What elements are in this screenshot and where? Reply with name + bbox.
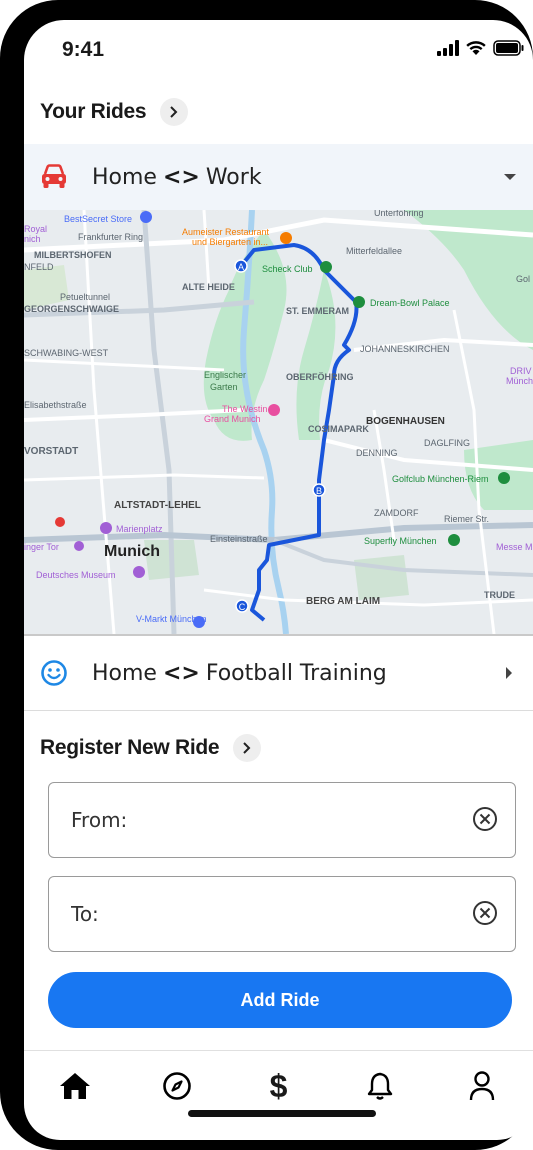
map-label: DENNING — [356, 448, 398, 458]
profile-icon — [469, 1071, 495, 1101]
map-label: BERG AM LAIM — [306, 596, 380, 607]
map-label: Deutsches Museum — [36, 570, 116, 580]
clear-icon[interactable] — [471, 899, 499, 927]
map-label: V-Markt München — [136, 614, 207, 624]
map-label: nich — [24, 234, 41, 244]
map-canvas[interactable]: A B C BestSecret Store Royal nich Frankf… — [24, 210, 533, 634]
map-label: Englischer — [204, 370, 246, 380]
map-label: ZAMDORF — [374, 508, 419, 518]
to-input[interactable] — [69, 895, 453, 933]
status-bar: 9:41 — [24, 20, 533, 80]
waypoint-c: C — [239, 602, 246, 612]
map-label: SCHWABING-WEST — [24, 348, 109, 358]
phone-frame: 9:41 Your Rides Home <> Work A B C BestS… — [0, 0, 533, 1150]
map-label: TRUDE — [484, 590, 515, 600]
ride-item-home-work[interactable]: Home <> Work — [24, 144, 533, 210]
caret-down-icon[interactable] — [503, 173, 517, 181]
map-label: Frankfurter Ring — [78, 232, 143, 242]
battery-icon — [493, 40, 524, 56]
map-label: Münch — [506, 376, 533, 386]
map-label: MILBERTSHOFEN — [34, 250, 112, 260]
dollar-icon: $ — [269, 1067, 288, 1104]
chevron-right-icon — [170, 106, 178, 118]
ride-from: Home — [92, 660, 157, 686]
route-map[interactable]: A B C BestSecret Store Royal nich Frankf… — [24, 210, 533, 636]
swap-symbol: <> — [162, 660, 200, 686]
map-label: Petueltunnel — [60, 292, 110, 302]
map-label: Elisabethstraße — [24, 400, 87, 410]
map-label: ALTE HEIDE — [182, 282, 235, 292]
register-header[interactable]: Register New Ride — [40, 734, 262, 762]
map-label: VORSTADT — [24, 446, 78, 457]
waypoint-b: B — [316, 486, 322, 496]
map-label: inger Tor — [24, 542, 59, 552]
home-icon — [59, 1073, 90, 1099]
from-field[interactable] — [48, 782, 516, 858]
compass-icon — [162, 1072, 191, 1100]
map-label: Marienplatz — [116, 524, 163, 534]
map-label: Garten — [210, 382, 238, 392]
tab-home[interactable] — [45, 1061, 105, 1111]
map-label: Golfclub München-Riem — [392, 474, 489, 484]
map-label: Munich — [104, 543, 160, 560]
your-rides-more-button[interactable] — [160, 98, 189, 126]
map-label: ALTSTADT-LEHEL — [114, 500, 201, 511]
wifi-icon — [466, 41, 486, 55]
map-label: ST. EMMERAM — [286, 306, 349, 316]
map-label: Mitterfeldallee — [346, 246, 402, 256]
map-label: GEORGENSCHWAIGE — [24, 304, 119, 314]
map-label: BOGENHAUSEN — [366, 416, 445, 427]
map-label: Grand Munich — [204, 414, 261, 424]
tab-payments[interactable]: $ — [248, 1061, 308, 1111]
map-label: Messe M — [496, 542, 533, 552]
from-input[interactable] — [69, 801, 453, 839]
caret-right-icon[interactable] — [505, 666, 513, 680]
signal-icon — [437, 40, 459, 56]
map-label: Aumeister Restaurant — [182, 227, 270, 237]
screen: 9:41 Your Rides Home <> Work A B C BestS… — [24, 20, 533, 1140]
map-label: The Westin — [222, 404, 267, 414]
map-label: Riemer Str. — [444, 514, 489, 524]
status-time: 9:41 — [62, 38, 105, 61]
tab-explore[interactable] — [147, 1061, 207, 1111]
bell-icon — [368, 1072, 393, 1100]
add-ride-button[interactable]: Add Ride — [48, 972, 512, 1028]
map-label: Superfly München — [364, 536, 437, 546]
map-label: NFELD — [24, 262, 54, 272]
your-rides-title: Your Rides — [40, 100, 147, 123]
map-label: COSIMAPARK — [308, 424, 369, 434]
map-label: DAGLFING — [424, 438, 470, 448]
map-label: BestSecret Store — [64, 214, 132, 224]
register-title: Register New Ride — [40, 736, 220, 759]
map-label: Einsteinstraße — [210, 534, 268, 544]
home-indicator — [188, 1110, 376, 1117]
map-label: JOHANNESKIRCHEN — [360, 344, 450, 354]
map-label: Scheck Club — [262, 264, 313, 274]
ride-to: Work — [205, 164, 262, 190]
waypoint-a: A — [238, 262, 244, 272]
ride-to: Football Training — [205, 660, 387, 686]
tab-profile[interactable] — [452, 1061, 512, 1111]
map-label: und Biergarten in... — [192, 237, 268, 247]
map-label: OBERFÖHRING — [286, 372, 354, 382]
clear-icon[interactable] — [471, 805, 499, 833]
swap-symbol: <> — [162, 164, 200, 190]
smiley-icon — [41, 660, 67, 686]
map-label: Dream-Bowl Palace — [370, 298, 450, 308]
tab-notifications[interactable] — [350, 1061, 410, 1111]
map-label: Royal — [24, 224, 47, 234]
ride-item-home-football[interactable]: Home <> Football Training — [24, 636, 533, 711]
ride-from: Home — [92, 164, 157, 190]
map-label: DRIV — [510, 366, 532, 376]
status-icons — [437, 40, 525, 56]
car-icon — [42, 164, 66, 188]
chevron-right-icon — [243, 742, 251, 754]
map-label: Gol — [516, 274, 530, 284]
register-more-button[interactable] — [233, 734, 262, 762]
to-field[interactable] — [48, 876, 516, 952]
your-rides-header[interactable]: Your Rides — [40, 98, 189, 126]
map-label: Unterföhring — [374, 210, 424, 218]
